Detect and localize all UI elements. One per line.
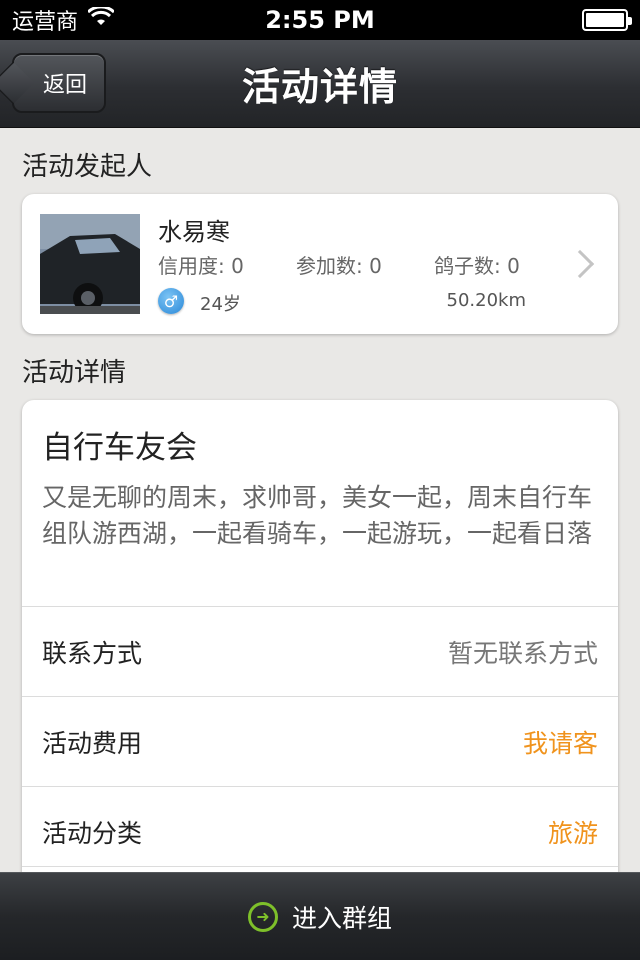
arrow-right-circle-icon: ➜: [247, 901, 278, 932]
wifi-icon: [86, 5, 116, 33]
battery-icon: [582, 9, 632, 31]
joined-stat: 参加数: 0: [296, 254, 382, 278]
status-left: 运营商: [12, 4, 116, 36]
organizer-age: 24岁: [200, 294, 241, 315]
avatar: [40, 214, 140, 314]
male-gender-icon: ♂: [158, 288, 184, 314]
organizer-name: 水易寒: [158, 218, 230, 246]
detail-section-title: 活动详情: [22, 358, 127, 388]
activity-detail-card: 自行车友会 又是无聊的周末，求帅哥，美女一起，周末自行车组队游西湖，一起看骑车，…: [22, 400, 618, 920]
status-bar: 运营商 2:55 PM: [0, 0, 640, 40]
back-arrow-shape: [0, 61, 35, 105]
fee-value: 我请客: [522, 728, 598, 758]
organizer-card[interactable]: 水易寒 信用度: 0 参加数: 0 鸽子数: 0 ♂ 24岁 50.20km: [22, 194, 618, 334]
fee-row: 活动费用 我请客: [22, 696, 618, 786]
category-row: 活动分类 旅游: [22, 786, 618, 876]
carrier-label: 运营商: [12, 10, 79, 35]
navigation-bar: 返回 活动详情: [0, 40, 640, 128]
category-label: 活动分类: [42, 818, 143, 848]
organizer-distance: 50.20km: [446, 290, 527, 311]
chevron-right-icon: [565, 249, 595, 279]
contact-row[interactable]: 联系方式 暂无联系方式: [22, 606, 618, 696]
activity-title: 自行车友会: [42, 430, 197, 466]
page-title: 活动详情: [241, 65, 398, 109]
activity-description: 又是无聊的周末，求帅哥，美女一起，周末自行车组队游西湖，一起看骑车，一起游玩，一…: [42, 483, 593, 548]
no-show-stat: 鸽子数: 0: [434, 254, 520, 278]
fee-label: 活动费用: [42, 728, 143, 758]
back-label: 返回: [42, 73, 87, 98]
category-value: 旅游: [547, 818, 598, 848]
enter-group-label: 进入群组: [291, 903, 392, 933]
enter-group-button[interactable]: ➜ 进入群组: [0, 872, 640, 960]
contact-value: 暂无联系方式: [447, 638, 598, 668]
organizer-section-title: 活动发起人: [22, 152, 153, 182]
contact-label: 联系方式: [42, 638, 143, 668]
back-button[interactable]: 返回: [0, 53, 106, 113]
credit-stat: 信用度: 0: [158, 254, 244, 278]
